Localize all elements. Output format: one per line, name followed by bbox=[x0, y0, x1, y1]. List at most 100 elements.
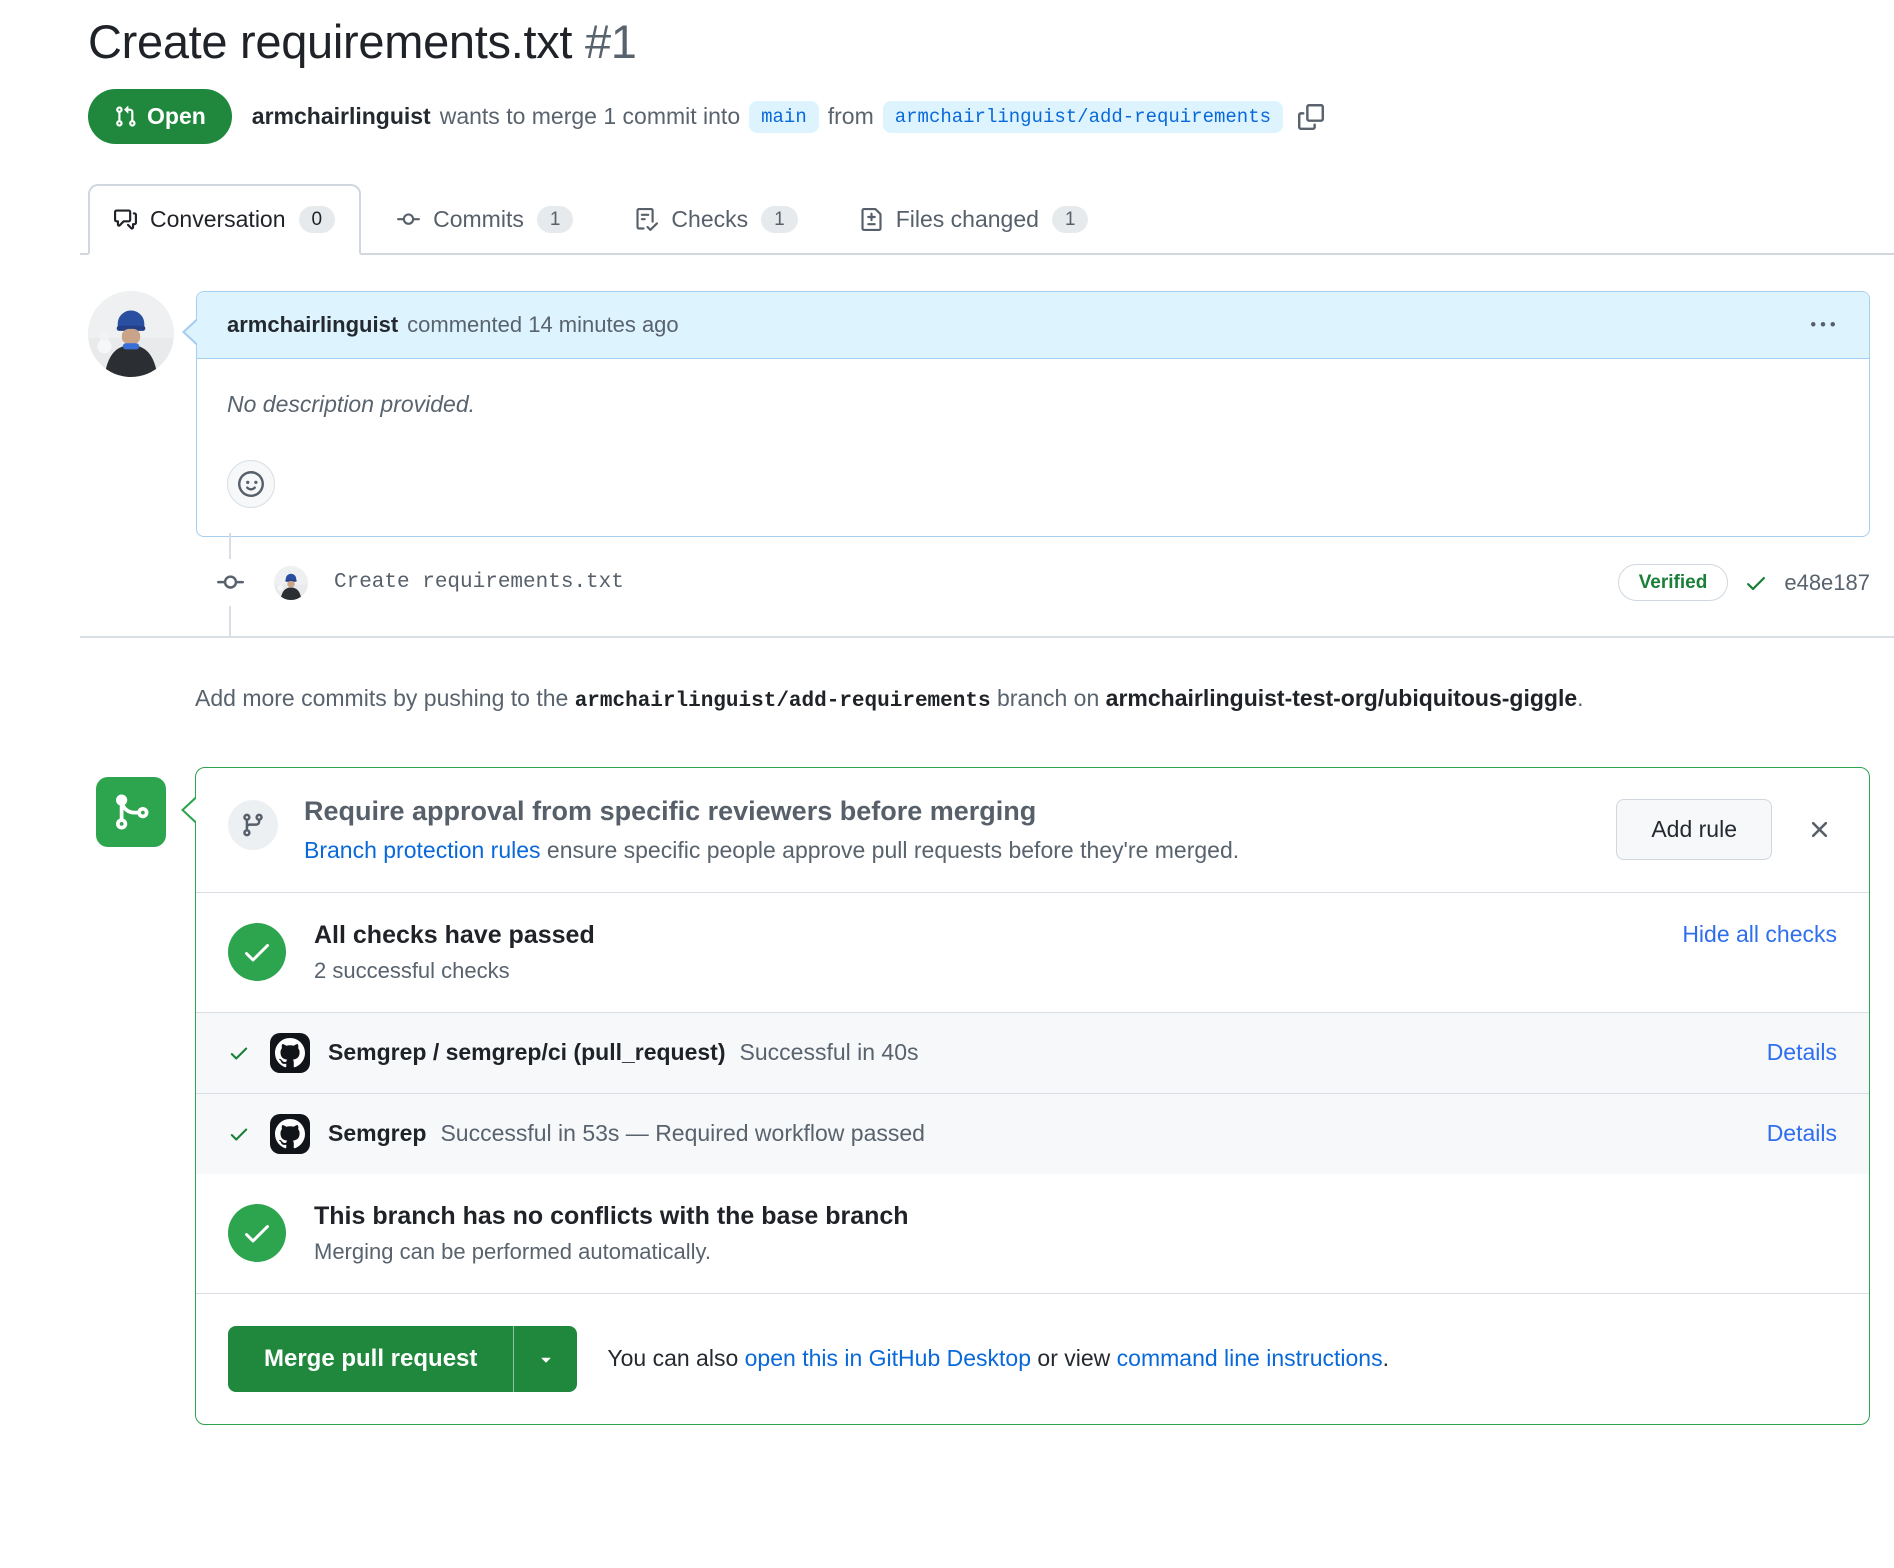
tab-conversation[interactable]: Conversation 0 bbox=[88, 184, 361, 255]
add-rule-button[interactable]: Add rule bbox=[1616, 799, 1772, 860]
author-name[interactable]: armchairlinguist bbox=[252, 103, 431, 130]
command-line-instructions-link[interactable]: command line instructions bbox=[1117, 1345, 1383, 1371]
tab-files-changed[interactable]: Files changed 1 bbox=[834, 184, 1115, 255]
check-icon bbox=[241, 1217, 273, 1249]
checks-passed-icon bbox=[228, 923, 286, 981]
check-status: Successful in 53s — Required workflow pa… bbox=[440, 1120, 925, 1147]
tab-label: Commits bbox=[433, 208, 524, 231]
push-note-suffix: . bbox=[1577, 685, 1583, 711]
check-icon bbox=[228, 1123, 250, 1145]
head-branch-ref[interactable]: armchairlinguist/add-requirements bbox=[883, 101, 1283, 133]
merge-alt-or: or view bbox=[1037, 1345, 1110, 1371]
check-row: Semgrep / semgrep/ci (pull_request) Succ… bbox=[196, 1012, 1869, 1093]
base-branch-ref[interactable]: main bbox=[749, 101, 819, 133]
no-conflicts-subtitle: Merging can be performed automatically. bbox=[314, 1239, 909, 1265]
user-avatar-image bbox=[88, 291, 174, 377]
tab-counter: 1 bbox=[537, 206, 574, 233]
git-branch-icon-badge bbox=[228, 800, 278, 850]
check-status: Successful in 40s bbox=[740, 1039, 919, 1066]
branch-protection-text: Require approval from specific reviewers… bbox=[304, 796, 1239, 864]
protection-title: Require approval from specific reviewers… bbox=[304, 796, 1239, 827]
checks-summary-section: All checks have passed 2 successful chec… bbox=[196, 892, 1869, 1012]
merge-action-section: Merge pull request You can also open thi… bbox=[196, 1293, 1869, 1424]
add-reaction-button[interactable] bbox=[227, 460, 275, 508]
dismiss-button[interactable] bbox=[1802, 812, 1837, 847]
git-branch-icon bbox=[240, 812, 266, 838]
branch-protection-rules-link[interactable]: Branch protection rules bbox=[304, 837, 541, 863]
tab-commits[interactable]: Commits 1 bbox=[371, 184, 599, 255]
merge-box: Require approval from specific reviewers… bbox=[195, 767, 1870, 1425]
push-note-middle: branch on bbox=[997, 685, 1099, 711]
page-title: Create requirements.txt #1 bbox=[88, 14, 1870, 69]
merge-options-caret-button[interactable] bbox=[513, 1326, 577, 1392]
mark-github-icon bbox=[275, 1038, 305, 1068]
byline-from: from bbox=[828, 103, 874, 130]
copy-branch-button[interactable] bbox=[1292, 104, 1324, 130]
kebab-icon bbox=[1811, 313, 1835, 337]
hide-all-checks-link[interactable]: Hide all checks bbox=[1682, 921, 1837, 948]
push-note-prefix: Add more commits by pushing to the bbox=[195, 685, 568, 711]
byline-text: wants to merge 1 commit into bbox=[440, 103, 740, 130]
commit-avatar[interactable] bbox=[274, 566, 308, 600]
no-conflicts-title: This branch has no conflicts with the ba… bbox=[314, 1202, 909, 1231]
tab-label: Checks bbox=[671, 208, 748, 231]
pr-tabs: Conversation 0 Commits 1 Checks 1 Files … bbox=[80, 184, 1894, 255]
merge-status-area: Require approval from specific reviewers… bbox=[88, 767, 1870, 1425]
merge-button-group: Merge pull request bbox=[228, 1326, 577, 1392]
verified-badge[interactable]: Verified bbox=[1618, 564, 1729, 601]
checklist-icon bbox=[635, 208, 658, 231]
smiley-icon bbox=[238, 471, 264, 497]
push-note: Add more commits by pushing to the armch… bbox=[195, 678, 1835, 721]
github-actions-avatar bbox=[270, 1033, 310, 1073]
commit-row: Create requirements.txt Verified e48e187 bbox=[88, 559, 1870, 606]
git-merge-status-icon bbox=[96, 777, 166, 847]
pull-request-page: Create requirements.txt #1 Open armchair… bbox=[0, 0, 1894, 1425]
no-conflicts-icon bbox=[228, 1204, 286, 1262]
git-pull-request-icon bbox=[114, 105, 137, 128]
kebab-menu-button[interactable] bbox=[1807, 309, 1839, 341]
protection-actions: Add rule bbox=[1616, 799, 1837, 860]
no-conflicts-section: This branch has no conflicts with the ba… bbox=[196, 1174, 1869, 1293]
tab-label: Files changed bbox=[896, 208, 1039, 231]
pr-byline: armchairlinguist wants to merge 1 commit… bbox=[252, 101, 1324, 133]
check-icon bbox=[1744, 571, 1768, 595]
push-branch-code: armchairlinguist/add-requirements bbox=[575, 690, 991, 713]
github-desktop-link[interactable]: open this in GitHub Desktop bbox=[745, 1345, 1031, 1371]
commit-sha-link[interactable]: e48e187 bbox=[1784, 570, 1870, 596]
repo-name: armchairlinguist-test-org/ubiquitous-gig… bbox=[1106, 685, 1578, 711]
details-link[interactable]: Details bbox=[1767, 1039, 1837, 1066]
pr-title-text: Create requirements.txt bbox=[88, 15, 572, 68]
avatar[interactable] bbox=[88, 291, 174, 377]
comment-body: No description provided. bbox=[197, 359, 1869, 536]
user-avatar-image bbox=[274, 566, 308, 600]
pr-state-badge: Open bbox=[88, 89, 232, 144]
x-icon bbox=[1806, 816, 1833, 843]
comment-header: armchairlinguist commented 14 minutes ag… bbox=[197, 292, 1869, 359]
git-commit-icon bbox=[397, 208, 420, 231]
commit-meta: Verified e48e187 bbox=[1618, 564, 1870, 601]
merge-pull-request-button[interactable]: Merge pull request bbox=[228, 1326, 513, 1392]
github-actions-avatar bbox=[270, 1114, 310, 1154]
git-commit-icon bbox=[217, 569, 244, 596]
commit-timeline: Create requirements.txt Verified e48e187 bbox=[88, 537, 1870, 636]
check-icon bbox=[241, 936, 273, 968]
check-icon bbox=[228, 1042, 250, 1064]
tab-counter: 1 bbox=[761, 206, 798, 233]
commit-marker bbox=[217, 559, 244, 606]
triangle-down-icon bbox=[536, 1349, 556, 1369]
details-link[interactable]: Details bbox=[1767, 1120, 1837, 1147]
commit-message-link[interactable]: Create requirements.txt bbox=[334, 571, 624, 594]
pr-number: #1 bbox=[585, 15, 637, 68]
comment-author[interactable]: armchairlinguist bbox=[227, 312, 398, 338]
checks-summary-text: All checks have passed 2 successful chec… bbox=[314, 921, 595, 984]
timeline-divider bbox=[80, 636, 1894, 638]
checks-summary-subtitle: 2 successful checks bbox=[314, 958, 595, 984]
comment-box: armchairlinguist commented 14 minutes ag… bbox=[196, 291, 1870, 537]
tab-checks[interactable]: Checks 1 bbox=[609, 184, 823, 255]
no-conflicts-text: This branch has no conflicts with the ba… bbox=[314, 1202, 909, 1265]
comment-discussion-icon bbox=[114, 208, 137, 231]
comment-body-text: No description provided. bbox=[227, 391, 1839, 418]
tab-label: Conversation bbox=[150, 208, 286, 231]
checks-summary-title: All checks have passed bbox=[314, 921, 595, 950]
tab-counter: 0 bbox=[299, 206, 336, 233]
